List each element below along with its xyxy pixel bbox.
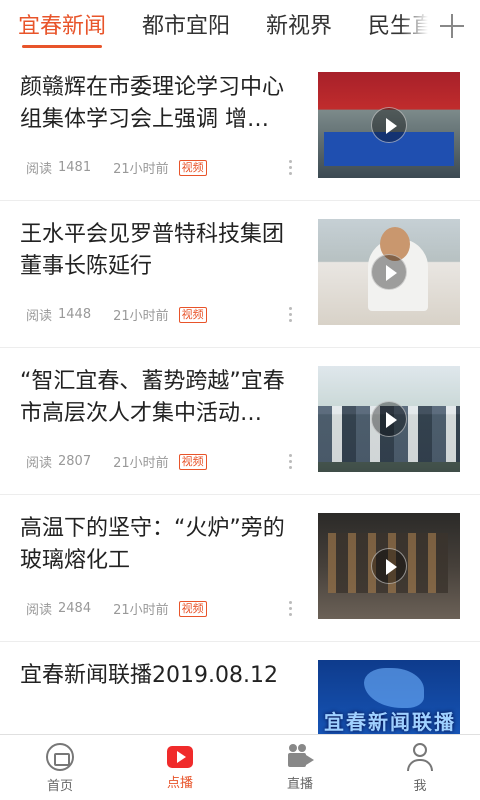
plus-icon[interactable] xyxy=(438,12,466,40)
video-badge: 视频 xyxy=(178,159,207,176)
play-icon xyxy=(167,746,193,768)
play-icon[interactable] xyxy=(371,401,407,437)
news-thumbnail[interactable] xyxy=(318,513,460,619)
news-title[interactable]: 宜春新闻联播2019.08.12 xyxy=(20,660,298,692)
read-label: 阅读 xyxy=(26,309,53,324)
play-icon[interactable] xyxy=(371,107,407,143)
news-meta: 阅读 2484 21小时前 视频 xyxy=(26,599,207,619)
play-icon[interactable] xyxy=(371,254,407,290)
news-title[interactable]: 高温下的坚守：“火炉”旁的玻璃熔化工 xyxy=(20,513,298,577)
read-count: 2807 xyxy=(58,454,92,469)
news-title[interactable]: “智汇宜春、蓄势跨越”宜春市高层次人才集中活动… xyxy=(20,366,298,430)
video-camera-icon xyxy=(286,743,314,769)
nav-on-demand[interactable]: 点播 xyxy=(140,743,220,797)
news-meta: 阅读 1448 21小时前 视频 xyxy=(26,305,207,325)
news-meta: 阅读 1481 21小时前 视频 xyxy=(26,158,207,178)
play-icon[interactable] xyxy=(371,548,407,584)
thumbnail-logo-text: 宜春新闻联播 xyxy=(324,710,456,734)
publish-time: 21小时前 xyxy=(113,309,169,324)
news-item[interactable]: 宜春新闻联播2019.08.12 宜春新闻联播 xyxy=(0,642,480,734)
news-list: 颜赣辉在市委理论学习中心组集体学习会上强调 增… 阅读 1481 21小时前 视频 王… xyxy=(0,54,480,734)
news-thumbnail[interactable]: 宜春新闻联播 xyxy=(318,660,460,734)
read-count: 2484 xyxy=(58,601,92,616)
home-icon xyxy=(46,743,74,771)
news-thumbnail[interactable] xyxy=(318,219,460,325)
news-item[interactable]: 高温下的坚守：“火炉”旁的玻璃熔化工 阅读 2484 21小时前 视频 xyxy=(0,495,480,642)
read-count: 1481 xyxy=(58,160,92,175)
user-icon xyxy=(405,743,435,771)
video-badge: 视频 xyxy=(178,453,207,470)
news-thumbnail[interactable] xyxy=(318,366,460,472)
news-thumbnail[interactable] xyxy=(318,72,460,178)
tab-yichun-news[interactable]: 宜春新闻 xyxy=(18,12,106,42)
read-label: 阅读 xyxy=(26,162,53,177)
bottom-navigation: 首页 点播 直播 我 xyxy=(0,734,480,800)
channel-tab-bar: 宜春新闻 都市宜阳 新视界 民生直 xyxy=(0,0,480,54)
more-options-icon[interactable] xyxy=(288,454,294,470)
channel-tabs: 宜春新闻 都市宜阳 新视界 民生直 xyxy=(0,0,428,54)
nav-label: 点播 xyxy=(166,776,193,791)
nav-me[interactable]: 我 xyxy=(380,743,460,797)
news-title[interactable]: 王水平会见罗普特科技集团董事长陈延行 xyxy=(20,219,298,283)
nav-label: 我 xyxy=(413,779,427,794)
thumbnail-scene xyxy=(364,668,424,708)
news-item[interactable]: “智汇宜春、蓄势跨越”宜春市高层次人才集中活动… 阅读 2807 21小时前 视频 xyxy=(0,348,480,495)
nav-home[interactable]: 首页 xyxy=(20,743,100,797)
nav-live[interactable]: 直播 xyxy=(260,743,340,797)
video-badge: 视频 xyxy=(178,600,207,617)
news-item[interactable]: 王水平会见罗普特科技集团董事长陈延行 阅读 1448 21小时前 视频 xyxy=(0,201,480,348)
read-label: 阅读 xyxy=(26,456,53,471)
news-meta: 阅读 2807 21小时前 视频 xyxy=(26,452,207,472)
tabs-fade-overlay xyxy=(400,0,428,54)
active-tab-indicator xyxy=(22,45,102,48)
news-title[interactable]: 颜赣辉在市委理论学习中心组集体学习会上强调 增… xyxy=(20,72,298,136)
more-options-icon[interactable] xyxy=(288,160,294,176)
read-label: 阅读 xyxy=(26,603,53,618)
publish-time: 21小时前 xyxy=(113,456,169,471)
tab-dushi-yiyang[interactable]: 都市宜阳 xyxy=(142,12,230,42)
publish-time: 21小时前 xyxy=(113,162,169,177)
publish-time: 21小时前 xyxy=(113,603,169,618)
nav-label: 直播 xyxy=(286,777,313,792)
tab-xin-shijie[interactable]: 新视界 xyxy=(266,12,332,42)
video-badge: 视频 xyxy=(178,306,207,323)
read-count: 1448 xyxy=(58,307,92,322)
more-options-icon[interactable] xyxy=(288,601,294,617)
news-item[interactable]: 颜赣辉在市委理论学习中心组集体学习会上强调 增… 阅读 1481 21小时前 视频 xyxy=(0,54,480,201)
more-options-icon[interactable] xyxy=(288,307,294,323)
nav-label: 首页 xyxy=(46,779,73,794)
